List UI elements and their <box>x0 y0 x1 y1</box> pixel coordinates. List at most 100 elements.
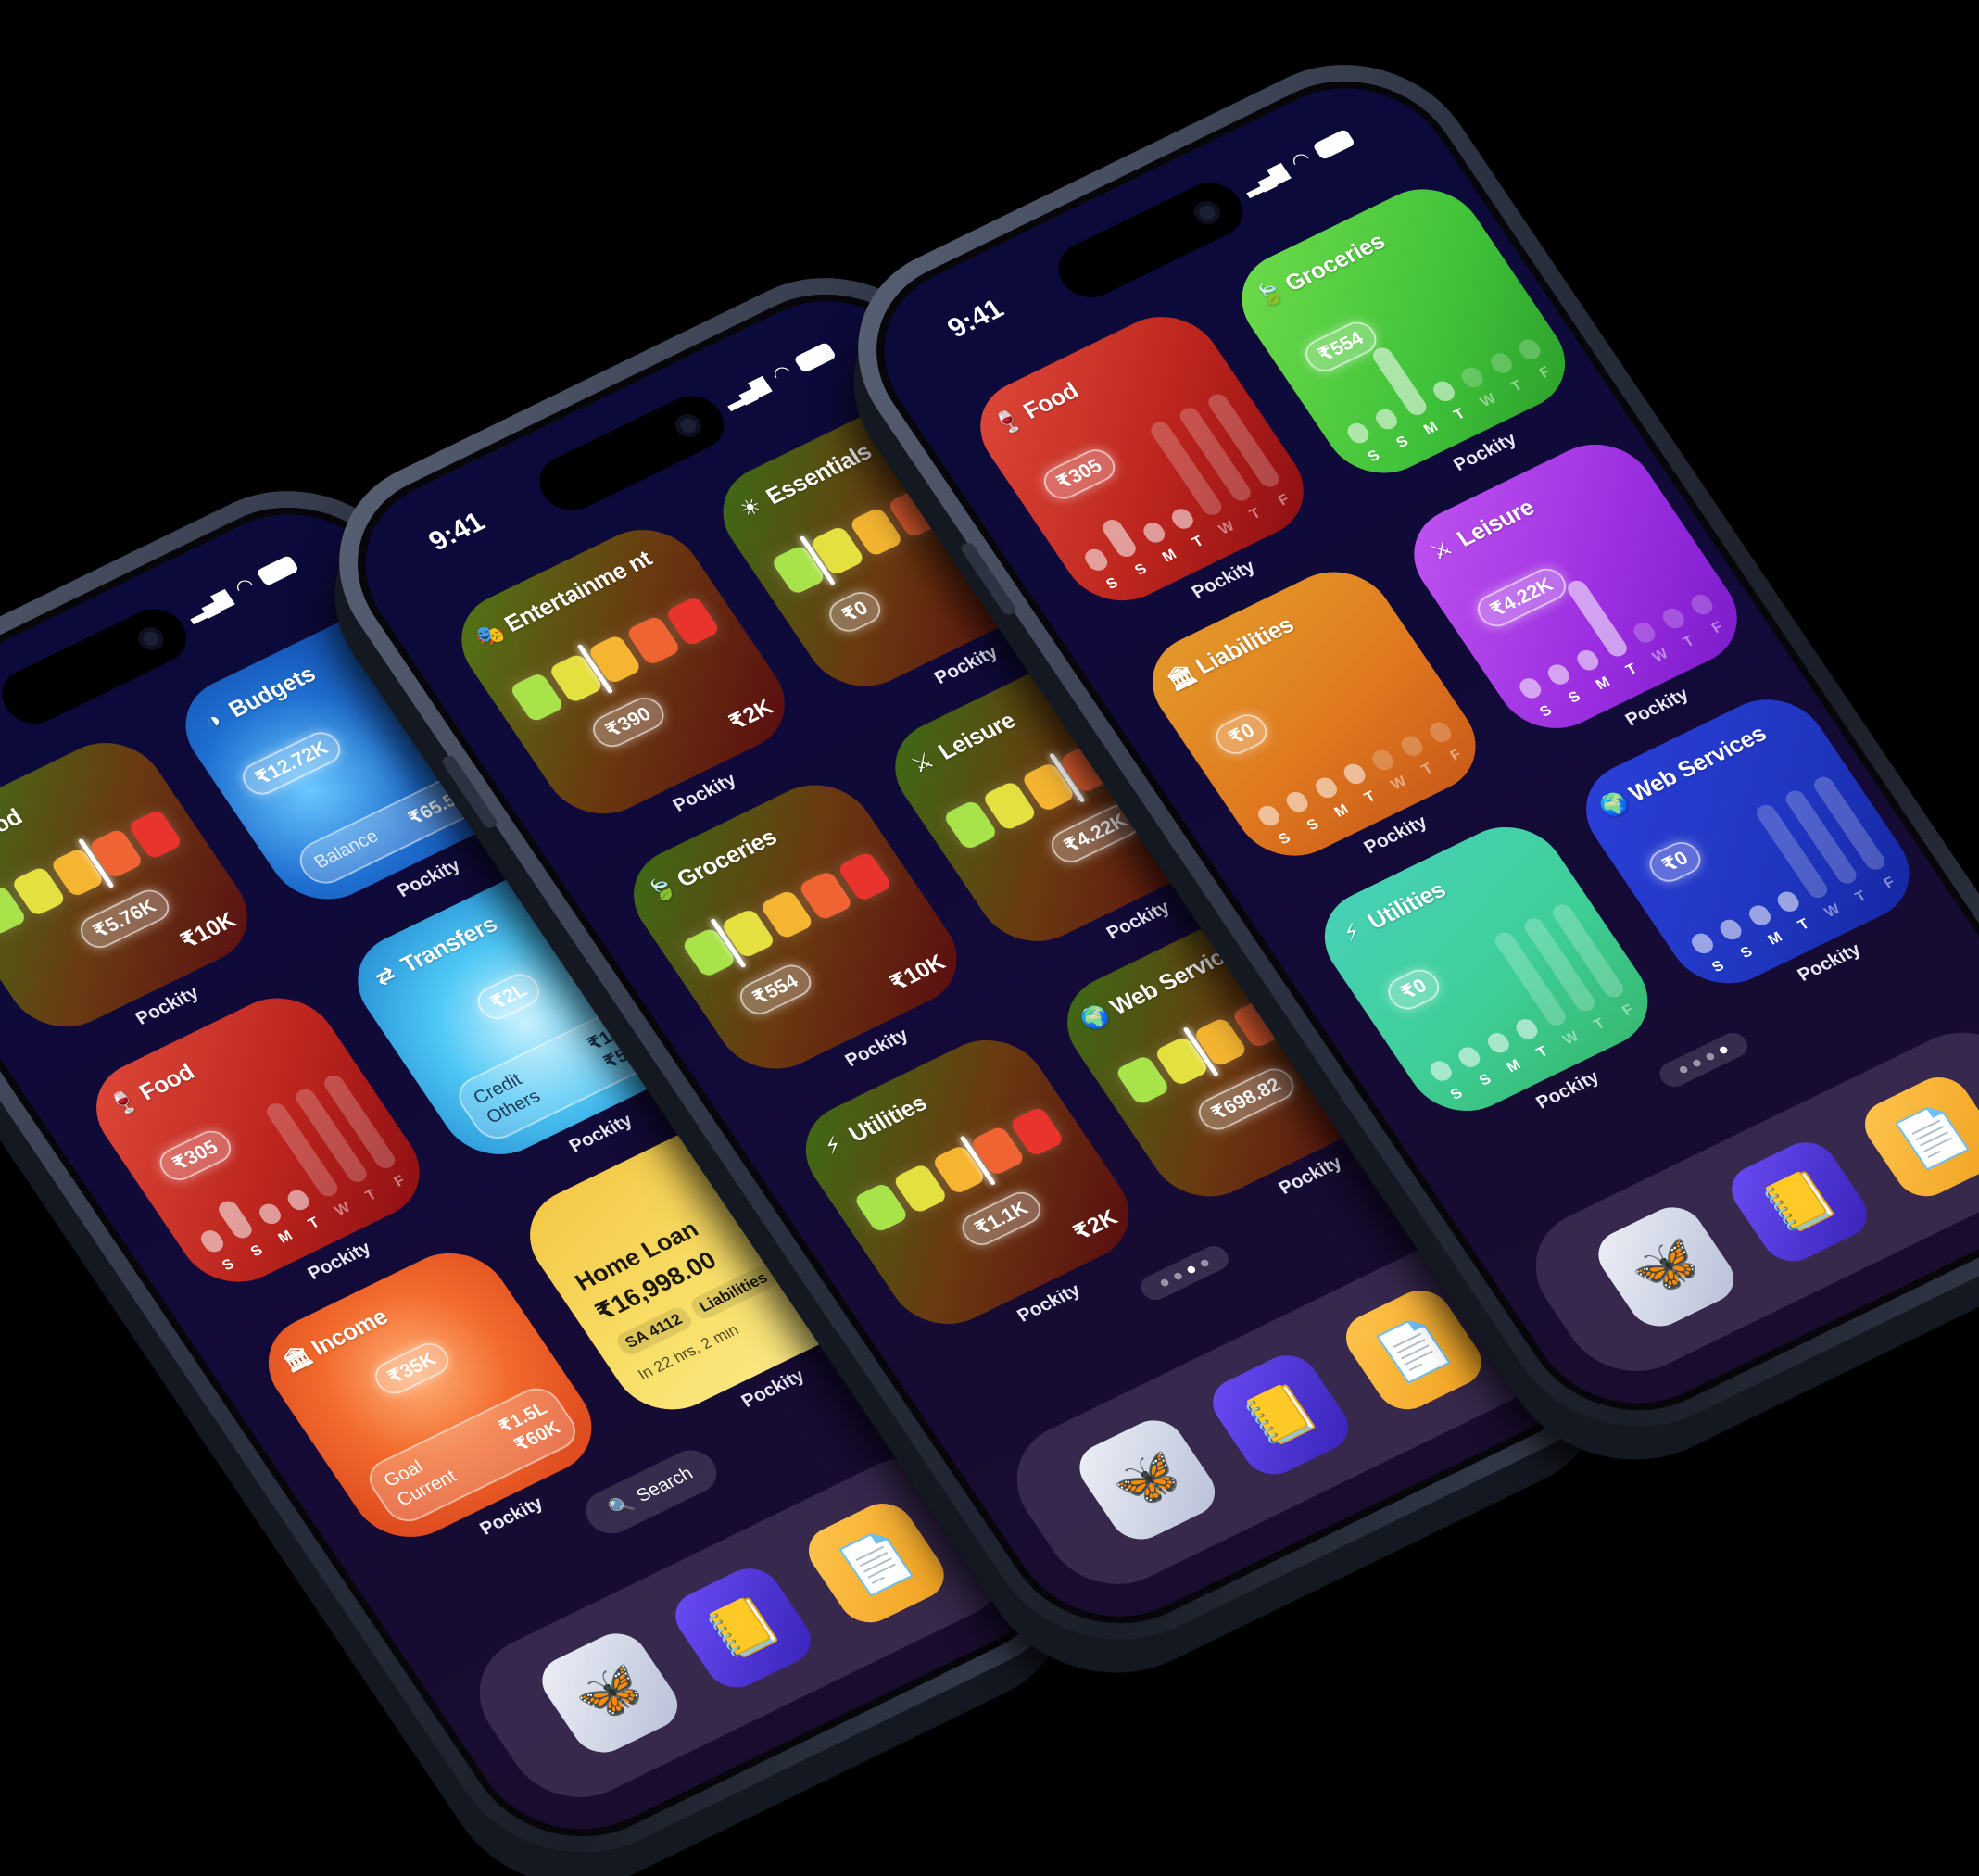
system-icons: ▂▄▆ ◠ <box>1237 126 1357 198</box>
weekly-bar <box>1426 719 1456 746</box>
weekday-label: T <box>1418 761 1436 778</box>
weekday-label: F <box>1275 491 1292 510</box>
weekly-chart: ₹305 S S M T W T F <box>1030 387 1297 596</box>
weekly-bar <box>1081 546 1112 574</box>
globe-icon: 🌍 <box>1595 788 1634 822</box>
weekday-label: S <box>219 1256 238 1275</box>
weekday-label: S <box>1365 447 1383 466</box>
value-pill-wrap: ₹5.76K <box>73 884 176 954</box>
weekly-bars <box>1030 387 1283 574</box>
app-icon-notes[interactable]: 📄 <box>797 1494 955 1632</box>
app-icon-notes[interactable]: 📄 <box>1853 1068 1979 1206</box>
widget-title-label: Web Services <box>1624 720 1771 807</box>
weekly-bar <box>1483 1029 1513 1056</box>
value-pill: ₹390 <box>586 692 671 753</box>
weekly-bar <box>1368 345 1431 419</box>
value-pill: ₹4.22K <box>1044 799 1147 868</box>
page-dot[interactable] <box>1705 1051 1716 1062</box>
widget-title-label: Food <box>0 803 28 850</box>
weekday-label: M <box>1331 801 1352 821</box>
widget-title-label: Entertainme nt <box>499 546 657 637</box>
signal-icon: ▂▄▆ <box>717 371 773 411</box>
weekday-label: W <box>1560 1028 1582 1049</box>
weekday-label: F <box>391 1173 409 1190</box>
weekday-label: W <box>1388 774 1410 793</box>
app-icon-pockity[interactable]: 🦋 <box>1587 1198 1746 1336</box>
weekly-bar <box>1099 516 1141 560</box>
value-pill-wrap: ₹554 <box>733 959 818 1020</box>
system-icons: ▂▄▆ ◠ <box>181 552 301 624</box>
weekday-label: W <box>1649 646 1671 666</box>
masks-icon: 🎭 <box>470 618 510 652</box>
weekday-label: S <box>1304 816 1322 835</box>
weekly-bar <box>1139 520 1168 547</box>
app-icon-notes[interactable]: 📄 <box>1334 1281 1493 1419</box>
weekday-label: T <box>1852 888 1870 906</box>
app-icon-notebook[interactable]: 📒 <box>1721 1133 1878 1271</box>
value-pill: ₹12.72K <box>235 726 347 800</box>
weekday-label: S <box>247 1242 266 1261</box>
weekday-label: F <box>1536 364 1555 382</box>
weekday-label: T <box>1591 1015 1608 1034</box>
weekly-chart: ₹305 S S M T W T F <box>146 1068 413 1277</box>
wifi-icon: ◠ <box>1286 146 1316 174</box>
widget-title-label: Leisure <box>1452 494 1540 552</box>
app-icon-pockity[interactable]: 🦋 <box>531 1624 689 1762</box>
app-icon-pockity[interactable]: 🦋 <box>1068 1411 1227 1549</box>
page-dot[interactable] <box>1691 1058 1703 1068</box>
weekday-label: F <box>1708 619 1726 637</box>
value-pill: ₹554 <box>733 959 818 1020</box>
app-icon-notebook[interactable]: 📒 <box>1202 1346 1359 1484</box>
page-dot[interactable] <box>1718 1045 1730 1055</box>
signal-icon: ▂▄▆ <box>180 585 235 624</box>
widget-title-label: Utilities <box>1363 876 1451 935</box>
widget-title-label: Income <box>307 1303 393 1361</box>
sun-icon: ☀ <box>735 493 767 523</box>
weekday-label: S <box>1447 1085 1466 1103</box>
weekly-bar <box>1167 505 1197 533</box>
weekday-label: W <box>332 1200 354 1219</box>
value-pill: ₹1.1K <box>955 1186 1048 1251</box>
weekday-label: T <box>1246 505 1265 523</box>
weekday-label: T <box>1533 1043 1551 1062</box>
weekly-chart: ₹0 S S M T W T F <box>1636 770 1903 978</box>
value-pill-wrap: ₹0 <box>823 585 888 637</box>
weekly-bar <box>1564 577 1631 660</box>
page-dot[interactable] <box>1199 1258 1211 1268</box>
page-dot[interactable] <box>1186 1265 1197 1275</box>
page-dot[interactable] <box>1172 1271 1184 1281</box>
weekly-bars <box>1292 259 1544 447</box>
weekly-bar <box>1457 364 1487 391</box>
tools-icon: ⚔ <box>906 748 939 778</box>
camera-icon <box>1189 196 1225 228</box>
weekly-bar <box>1426 1057 1456 1085</box>
bolt-icon: ⚡ <box>1338 918 1367 947</box>
weekly-bar <box>1343 420 1373 447</box>
weekly-bar <box>1368 747 1398 774</box>
widget-title-label: Food <box>1018 377 1084 424</box>
weekly-bar <box>1397 733 1427 760</box>
weekday-label: S <box>1103 574 1122 593</box>
weekly-bar <box>215 1198 256 1241</box>
page-dot[interactable] <box>1159 1278 1170 1288</box>
weekly-chart: ₹554 S S M T W T F <box>1292 259 1559 468</box>
weekday-label: M <box>1159 547 1180 566</box>
weekday-label: W <box>1216 518 1238 538</box>
weekly-bar <box>1430 378 1459 405</box>
weekly-bars <box>1203 642 1456 829</box>
page-dot[interactable] <box>1678 1064 1689 1075</box>
weekly-bars <box>1375 898 1627 1085</box>
weekday-label: T <box>362 1187 380 1204</box>
widget-title-label: Essentials <box>761 438 877 510</box>
weekday-label: S <box>1537 702 1556 721</box>
budget-total: ₹10K <box>175 908 241 954</box>
weekly-chart: ₹4.22K S S M T W T F <box>1464 515 1731 724</box>
app-icon-notebook[interactable]: 📒 <box>664 1559 822 1697</box>
budget-total: ₹2K <box>724 695 778 736</box>
widget-title-label: Groceries <box>1279 228 1391 297</box>
weekday-label: T <box>1795 916 1813 934</box>
weekday-label: M <box>1504 1056 1524 1076</box>
weekday-label: S <box>1476 1071 1494 1089</box>
battery-icon <box>793 341 838 374</box>
value-pill: ₹0 <box>823 585 888 637</box>
